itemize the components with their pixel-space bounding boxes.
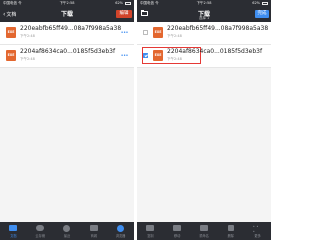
status-bar: 中国电信 令 下午2:58 62%: [137, 0, 271, 7]
bottom-tab-bar: 文档 云存储 最近 商城 浏览器: [0, 222, 134, 240]
cloud-icon: [36, 225, 45, 231]
battery-icon: [125, 2, 131, 5]
clock-label: 下午2:58: [59, 1, 75, 5]
action-label: 移动: [174, 234, 181, 238]
battery-percent: 62%: [115, 1, 123, 5]
header-bar: 中国电信 令 下午2:58 62% 下载 选择 1 完成: [137, 0, 271, 22]
document-icon: [9, 225, 18, 231]
selection-count: 选择 1: [198, 16, 210, 20]
exe-file-icon: EXE: [6, 27, 16, 38]
more-options-icon[interactable]: •••: [121, 30, 129, 36]
list-item[interactable]: EXE 220eabfb65ff49...08a7f998a5a38 下午2:4…: [137, 22, 271, 45]
rename-icon: [199, 225, 208, 231]
list-item[interactable]: EXE 2204af8634ca0...0185f5d3eb3f 下午2:48: [137, 45, 271, 68]
battery-percent: 62%: [252, 1, 260, 5]
header-bar: 中国电信 令 下午2:58 62% ‹文档 下载 编辑: [0, 0, 134, 22]
file-name: 2204af8634ca0...0185f5d3eb3f: [167, 48, 263, 55]
tab-label: 云存储: [35, 234, 45, 238]
status-bar: 中国电信 令 下午2:58 62%: [0, 0, 134, 7]
nav-bar: ‹文档 下载 编辑: [0, 7, 134, 22]
file-name: 220eabfb65ff49...08a7f998a5a38: [20, 25, 122, 32]
action-label: 复制: [147, 234, 154, 238]
phone-screen-right: 中国电信 令 下午2:58 62% 下载 选择 1 完成 EXE 220eabf…: [137, 0, 271, 240]
file-name: 220eabfb65ff49...08a7f998a5a38: [167, 25, 269, 32]
phone-screen-left: 中国电信 令 下午2:58 62% ‹文档 下载 编辑 EXE 220eabfb…: [0, 0, 134, 240]
file-name: 2204af8634ca0...0185f5d3eb3f: [20, 48, 116, 55]
tab-cloud[interactable]: 云存储: [27, 222, 54, 240]
more-options-icon[interactable]: •••: [121, 53, 129, 59]
list-item[interactable]: EXE 220eabfb65ff49...08a7f998a5a38 下午2:4…: [0, 22, 134, 45]
store-icon: [89, 225, 98, 231]
tab-documents[interactable]: 文档: [0, 222, 27, 240]
list-item[interactable]: EXE 2204af8634ca0...0185f5d3eb3f 下午2:48 …: [0, 45, 134, 68]
tab-recent[interactable]: 最近: [54, 222, 81, 240]
move-icon: [173, 225, 182, 231]
file-meta: 下午2:48: [20, 34, 35, 38]
action-more[interactable]: 更多: [244, 222, 271, 240]
file-meta: 下午2:48: [167, 34, 182, 38]
action-label: 删除: [227, 234, 234, 238]
tab-store[interactable]: 商城: [80, 222, 107, 240]
tab-label: 商城: [90, 234, 97, 238]
tab-browser[interactable]: 浏览器: [107, 222, 134, 240]
tab-label: 文档: [10, 234, 17, 238]
exe-file-icon: EXE: [153, 27, 163, 38]
tab-label: 最近: [63, 234, 71, 238]
file-list: EXE 220eabfb65ff49...08a7f998a5a38 下午2:4…: [0, 22, 134, 68]
edit-button[interactable]: 编辑: [116, 10, 132, 18]
file-meta: 下午2:48: [20, 57, 35, 61]
trash-icon: [227, 225, 234, 231]
file-list: EXE 220eabfb65ff49...08a7f998a5a38 下午2:4…: [137, 22, 271, 68]
clock-icon: [63, 225, 71, 232]
nav-bar: 下载 选择 1 完成: [137, 7, 271, 22]
action-rename[interactable]: 重命名: [191, 222, 218, 240]
battery-icon: [262, 2, 268, 5]
tab-label: 浏览器: [115, 234, 126, 238]
browser-icon: [117, 225, 125, 232]
clock-label: 下午2:58: [196, 1, 212, 5]
done-button[interactable]: 完成: [255, 10, 269, 18]
exe-file-icon: EXE: [6, 50, 16, 61]
file-meta: 下午2:48: [167, 57, 182, 61]
select-checkbox[interactable]: [143, 53, 148, 58]
action-move[interactable]: 移动: [164, 222, 191, 240]
exe-file-icon: EXE: [153, 50, 163, 61]
action-delete[interactable]: 删除: [217, 222, 244, 240]
bottom-action-bar: 复制 移动 重命名 删除 更多: [137, 222, 271, 240]
action-copy[interactable]: 复制: [137, 222, 164, 240]
select-checkbox[interactable]: [143, 30, 148, 35]
more-icon: [253, 224, 262, 234]
page-title: 下载: [60, 11, 73, 18]
action-label: 重命名: [199, 234, 209, 238]
copy-icon: [146, 225, 155, 231]
action-label: 更多: [254, 234, 261, 238]
